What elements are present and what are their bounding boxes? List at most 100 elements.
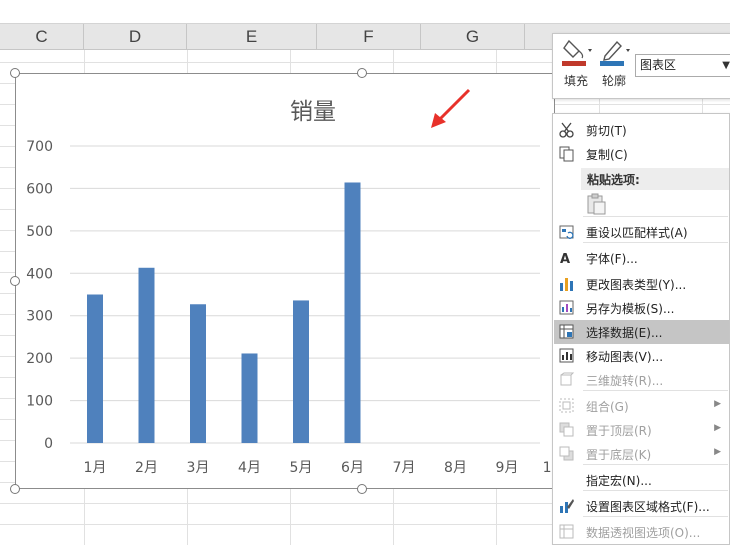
chart-bars[interactable] xyxy=(87,182,361,443)
y-tick-label: 500 xyxy=(26,224,53,240)
menu-item-scissors[interactable]: 剪切(T) xyxy=(554,118,729,142)
x-axis-labels: 1月2月3月4月5月6月7月8月9月10月 xyxy=(84,460,555,476)
pen-outline-icon xyxy=(600,40,630,66)
menu-item-label: 另存为模板(S)... xyxy=(586,302,675,316)
menu-item-copy[interactable]: 复制(C) xyxy=(554,142,729,166)
y-tick-label: 400 xyxy=(26,266,53,282)
y-tick-label: 0 xyxy=(44,436,53,452)
reset-style-icon xyxy=(559,225,574,239)
bar[interactable] xyxy=(293,300,309,443)
menu-item-label: 数据透视图选项(O)... xyxy=(586,526,701,540)
pivot-options-icon xyxy=(559,524,574,539)
menu-item-reset-style[interactable]: 重设以匹配样式(A) xyxy=(554,220,729,244)
menu-item-label: 选择数据(E)... xyxy=(586,326,663,340)
column-header-g[interactable]: G xyxy=(421,24,525,50)
paste-clipboard-icon[interactable] xyxy=(585,192,609,216)
menu-item-format-chart[interactable]: 设置图表区域格式(F)... xyxy=(554,494,729,518)
menu-item-label: 组合(G) xyxy=(586,400,629,414)
template-icon xyxy=(559,300,574,315)
column-header-d[interactable]: D xyxy=(84,24,187,50)
scissors-icon xyxy=(559,122,574,138)
menu-item-template[interactable]: 另存为模板(S)... xyxy=(554,296,729,320)
formula-bar-area xyxy=(0,0,730,24)
context-menu: 剪切(T) 复制(C) 重设以匹配样式(A) A 字体(F)... 更改图表类型(Y)..… xyxy=(552,113,730,545)
menu-item-bring-front[interactable]: 置于顶层(R) ▶ xyxy=(554,418,729,442)
paint-bucket-icon xyxy=(562,39,592,66)
menu-item-label: 剪切(T) xyxy=(586,124,627,138)
x-tick-label: 1月 xyxy=(84,460,107,476)
menu-item-label: 设置图表区域格式(F)... xyxy=(586,500,710,514)
chevron-right-icon: ▶ xyxy=(714,399,721,409)
menu-item-move-chart[interactable]: 移动图表(V)... xyxy=(554,344,729,368)
x-tick-label: 5月 xyxy=(290,460,313,476)
outline-button[interactable]: 轮廓 xyxy=(597,37,631,95)
paste-options-header: 粘贴选项: xyxy=(581,168,729,190)
fill-label: 填充 xyxy=(563,74,588,88)
bar[interactable] xyxy=(241,353,258,443)
chart-element-select[interactable]: 图表区 ▼ xyxy=(635,54,730,77)
bring-front-icon xyxy=(559,422,574,437)
menu-item-label: 指定宏(N)... xyxy=(586,474,652,488)
x-tick-label: 8月 xyxy=(444,460,467,476)
menu-item-send-back[interactable]: 置于底层(K) ▶ xyxy=(554,442,729,466)
x-tick-label: 9月 xyxy=(496,460,519,476)
svg-text:A: A xyxy=(560,252,570,266)
menu-separator xyxy=(583,216,728,217)
bar[interactable] xyxy=(190,304,206,443)
resize-handle-bottom-left[interactable] xyxy=(10,484,20,494)
menu-item-group[interactable]: 组合(G) ▶ xyxy=(554,394,729,418)
chevron-right-icon: ▶ xyxy=(714,423,721,433)
menu-item-label: 重设以匹配样式(A) xyxy=(586,226,688,240)
bar-chart: 0 100 200 300 400 500 600 700 1月 2月 3月 4月 5月 6月 7月 8月 9… xyxy=(26,139,555,476)
copy-icon xyxy=(559,146,574,162)
outline-label: 轮廓 xyxy=(601,74,626,88)
x-tick-label: 7月 xyxy=(393,460,416,476)
y-axis-labels: 0 100 200 300 400 500 600 700 xyxy=(26,139,53,452)
bar[interactable] xyxy=(344,182,361,443)
move-chart-icon xyxy=(559,348,574,363)
menu-item-select-data[interactable]: 选择数据(E)... xyxy=(554,320,729,344)
y-tick-label: 600 xyxy=(26,181,53,197)
bar[interactable] xyxy=(138,267,155,443)
menu-item-label: 移动图表(V)... xyxy=(586,350,664,364)
annotation-arrow-icon xyxy=(431,88,471,128)
send-back-icon xyxy=(559,446,574,461)
x-tick-label: 2月 xyxy=(135,460,158,476)
mini-toolbar: 填充 轮廓 图表区 ▼ xyxy=(552,33,730,99)
y-tick-label: 300 xyxy=(26,309,53,325)
chart-element-value: 图表区 xyxy=(640,58,677,72)
chart-type-icon xyxy=(560,278,573,291)
menu-item-chart-type[interactable]: 更改图表类型(Y)... xyxy=(554,272,729,296)
resize-handle-top-left[interactable] xyxy=(10,68,20,78)
paste-options-label: 粘贴选项: xyxy=(587,173,640,187)
chart-title[interactable]: 销量 xyxy=(290,92,336,126)
select-data-icon xyxy=(559,324,574,339)
menu-item-label: 更改图表类型(Y)... xyxy=(586,278,687,292)
menu-item-pivot-options[interactable]: 数据透视图选项(O)... xyxy=(554,520,729,544)
menu-item-label: 置于顶层(R) xyxy=(586,424,652,438)
resize-handle-top[interactable] xyxy=(357,68,367,78)
format-chart-icon xyxy=(560,499,574,513)
bar[interactable] xyxy=(87,294,103,444)
menu-item-rotate-3d[interactable]: 三维旋转(R)... xyxy=(554,368,729,392)
column-header-e[interactable]: E xyxy=(187,24,317,50)
resize-handle-bottom[interactable] xyxy=(357,484,367,494)
menu-item-label: 三维旋转(R)... xyxy=(586,374,664,388)
y-tick-label: 700 xyxy=(26,139,53,155)
x-tick-label: 3月 xyxy=(187,460,210,476)
column-header-f[interactable]: F xyxy=(317,24,421,50)
menu-item-label: 复制(C) xyxy=(586,148,628,162)
rotate-3d-icon xyxy=(560,372,575,386)
menu-item-font[interactable]: A 字体(F)... xyxy=(554,246,729,270)
column-header-c[interactable]: C xyxy=(0,24,84,50)
macro-icon xyxy=(558,471,575,488)
group-icon xyxy=(559,398,574,413)
fill-button[interactable]: 填充 xyxy=(559,37,593,95)
chevron-down-icon: ▼ xyxy=(722,60,730,71)
menu-item-label: 置于底层(K) xyxy=(586,448,652,462)
x-tick-label: 6月 xyxy=(341,460,364,476)
resize-handle-left[interactable] xyxy=(10,276,20,286)
font-icon: A xyxy=(560,252,570,266)
y-tick-label: 100 xyxy=(26,394,53,410)
menu-item-macro[interactable]: 指定宏(N)... xyxy=(554,468,729,492)
